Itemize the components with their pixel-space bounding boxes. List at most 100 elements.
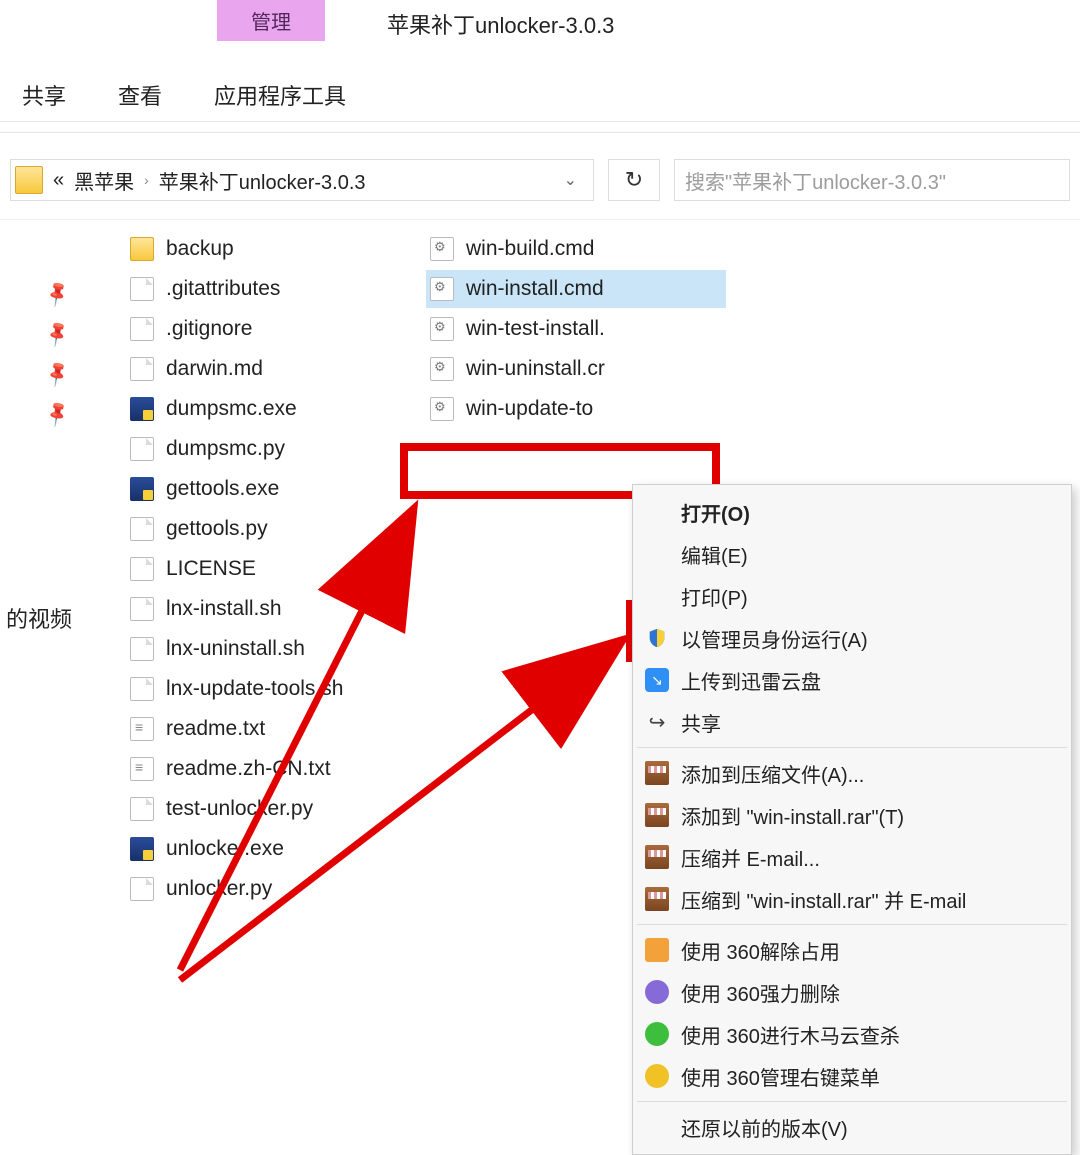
tab-apptools[interactable]: 应用程序工具	[214, 79, 346, 111]
file-item[interactable]: test-unlocker.py	[126, 790, 424, 828]
file-name: dumpsmc.exe	[166, 397, 297, 421]
tab-view[interactable]: 查看	[118, 79, 162, 111]
file-icon	[130, 517, 154, 541]
context-menu-item[interactable]: 使用 360管理右键菜单	[633, 1055, 1071, 1097]
file-icon	[130, 637, 154, 661]
file-item[interactable]: gettools.exe	[126, 470, 424, 508]
address-dropdown-icon[interactable]: ⌄	[556, 170, 585, 190]
txt-icon	[130, 757, 154, 781]
blank-icon	[645, 542, 669, 566]
breadcrumb-item-2[interactable]: 苹果补丁unlocker-3.0.3	[159, 166, 366, 195]
file-icon	[130, 677, 154, 701]
file-icon	[130, 437, 154, 461]
context-menu-item[interactable]: 添加到压缩文件(A)...	[633, 752, 1071, 794]
context-menu-label: 打印(P)	[681, 582, 748, 611]
file-item[interactable]: win-install.cmd	[426, 270, 726, 308]
chevron-right-icon: ›	[144, 172, 149, 188]
context-menu-item[interactable]: 打印(P)	[633, 575, 1071, 617]
refresh-button[interactable]: ↻	[608, 159, 660, 201]
context-menu-item[interactable]: 使用 360解除占用	[633, 929, 1071, 971]
file-item[interactable]: lnx-uninstall.sh	[126, 630, 424, 668]
exe-icon	[130, 837, 154, 861]
cmd-icon	[430, 237, 454, 261]
file-item[interactable]: backup	[126, 230, 424, 268]
ribbon-tabs: 共享 查看 应用程序工具	[0, 41, 1080, 122]
360-scan-icon	[645, 1022, 669, 1046]
shield-icon	[645, 626, 669, 650]
file-item[interactable]: darwin.md	[126, 350, 424, 388]
file-item[interactable]: .gitignore	[126, 310, 424, 348]
file-item[interactable]: readme.zh-CN.txt	[126, 750, 424, 788]
context-menu-item[interactable]: 压缩并 E-mail...	[633, 836, 1071, 878]
file-name: test-unlocker.py	[166, 797, 313, 821]
file-name: win-build.cmd	[466, 237, 594, 261]
360-delete-icon	[645, 980, 669, 1004]
context-menu-item[interactable]: 编辑(E)	[633, 533, 1071, 575]
file-item[interactable]: readme.txt	[126, 710, 424, 748]
file-item[interactable]: win-test-install.	[426, 310, 726, 348]
quick-access-column: 📌 📌 📌 📌 的视频	[0, 224, 126, 908]
context-menu-label: 上传到迅雷云盘	[681, 666, 821, 695]
context-menu-label: 压缩到 "win-install.rar" 并 E-mail	[681, 885, 966, 914]
context-menu-label: 添加到压缩文件(A)...	[681, 759, 864, 788]
file-icon	[130, 557, 154, 581]
refresh-icon: ↻	[625, 167, 643, 193]
file-item[interactable]: unlocker.py	[126, 870, 424, 908]
file-name: gettools.py	[166, 517, 268, 541]
context-menu-item[interactable]: 压缩到 "win-install.rar" 并 E-mail	[633, 878, 1071, 920]
file-item[interactable]: win-uninstall.cr	[426, 350, 726, 388]
nav-bar: « 黑苹果 › 苹果补丁unlocker-3.0.3 ⌄ ↻ 搜索"苹果补丁un…	[0, 133, 1080, 220]
file-item[interactable]: dumpsmc.exe	[126, 390, 424, 428]
context-menu-item[interactable]: 还原以前的版本(V)	[633, 1106, 1071, 1148]
folder-icon	[15, 166, 43, 194]
address-bar[interactable]: « 黑苹果 › 苹果补丁unlocker-3.0.3 ⌄	[10, 159, 594, 201]
archive-icon	[645, 803, 669, 827]
file-icon	[130, 277, 154, 301]
file-name: readme.txt	[166, 717, 265, 741]
txt-icon	[130, 717, 154, 741]
file-name: lnx-uninstall.sh	[166, 637, 305, 661]
sidebar-video-label[interactable]: 的视频	[0, 602, 126, 634]
file-name: win-install.cmd	[466, 277, 604, 301]
file-name: dumpsmc.py	[166, 437, 285, 461]
tab-share[interactable]: 共享	[22, 79, 66, 111]
context-menu-label: 使用 360强力删除	[681, 978, 840, 1007]
context-menu-item[interactable]: 打开(O)	[633, 491, 1071, 533]
exe-icon	[130, 477, 154, 501]
search-input[interactable]: 搜索"苹果补丁unlocker-3.0.3"	[674, 159, 1070, 201]
blank-icon	[645, 500, 669, 524]
file-item[interactable]: gettools.py	[126, 510, 424, 548]
cmd-icon	[430, 397, 454, 421]
breadcrumb-item-1[interactable]: 黑苹果	[74, 166, 134, 195]
context-menu-item[interactable]: ↪共享	[633, 701, 1071, 743]
file-item[interactable]: lnx-update-tools.sh	[126, 670, 424, 708]
context-menu-item[interactable]: 使用 360强力删除	[633, 971, 1071, 1013]
file-icon	[130, 317, 154, 341]
exe-icon	[130, 397, 154, 421]
context-menu-item[interactable]: 添加到 "win-install.rar"(T)	[633, 794, 1071, 836]
file-item[interactable]: lnx-install.sh	[126, 590, 424, 628]
file-item[interactable]: dumpsmc.py	[126, 430, 424, 468]
xunlei-icon: ↘	[645, 668, 669, 692]
file-item[interactable]: win-update-to	[426, 390, 726, 428]
context-menu-item[interactable]: ↘ 上传到迅雷云盘	[633, 659, 1071, 701]
cmd-icon	[430, 357, 454, 381]
file-name: .gitignore	[166, 317, 252, 341]
context-menu-item[interactable]: 以管理员身份运行(A)	[633, 617, 1071, 659]
file-item[interactable]: unlocker.exe	[126, 830, 424, 868]
file-name: backup	[166, 237, 234, 261]
context-menu-item[interactable]: 使用 360进行木马云查杀	[633, 1013, 1071, 1055]
breadcrumb-overflow[interactable]: «	[53, 169, 64, 192]
file-item[interactable]: .gitattributes	[126, 270, 424, 308]
context-menu-separator	[637, 1101, 1067, 1102]
context-menu-label: 以管理员身份运行(A)	[681, 624, 868, 653]
file-name: unlocker.exe	[166, 837, 284, 861]
breadcrumb[interactable]: « 黑苹果 › 苹果补丁unlocker-3.0.3	[43, 166, 556, 195]
file-name: LICENSE	[166, 557, 256, 581]
file-item[interactable]: win-build.cmd	[426, 230, 726, 268]
ribbon-contextual-tab[interactable]: 管理	[217, 0, 325, 41]
file-name: darwin.md	[166, 357, 263, 381]
file-item[interactable]: LICENSE	[126, 550, 424, 588]
context-menu-label: 使用 360解除占用	[681, 936, 840, 965]
file-icon	[130, 357, 154, 381]
